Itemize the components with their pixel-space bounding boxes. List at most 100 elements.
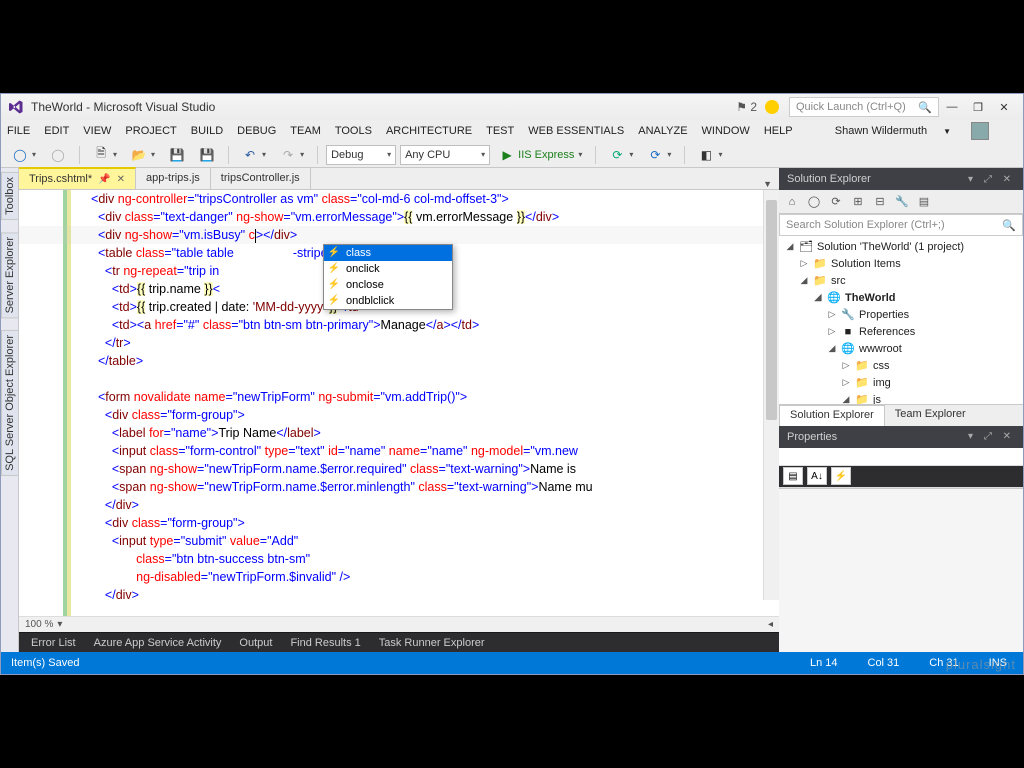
extension-button[interactable]: ◧▾	[693, 145, 727, 165]
tab-find[interactable]: Find Results 1	[282, 635, 368, 651]
menu-webessentials[interactable]: WEB ESSENTIALS	[528, 125, 624, 137]
expand-icon[interactable]: ◢	[799, 275, 809, 286]
properties-icon[interactable]: 🔧	[893, 193, 911, 211]
redo-button[interactable]: ↷▾	[275, 145, 309, 165]
tab-solution-explorer[interactable]: Solution Explorer	[779, 405, 885, 426]
chevron-down-icon[interactable]: ▾	[57, 619, 62, 630]
expand-icon[interactable]: ◢	[813, 292, 823, 303]
vertical-scrollbar[interactable]	[763, 190, 779, 600]
toolbox-tab[interactable]: Toolbox	[1, 172, 19, 220]
intellisense-item[interactable]: ⚡class	[324, 245, 452, 261]
tree-node[interactable]: ▷📁img	[779, 374, 1023, 391]
config-combo[interactable]: Debug▾	[326, 145, 396, 165]
doc-tab-active[interactable]: Trips.cshtml*📌✕	[19, 167, 136, 189]
nav-back-button[interactable]: ◯▾	[7, 145, 41, 165]
menu-edit[interactable]: EDIT	[44, 125, 69, 137]
intellisense-item[interactable]: ⚡onclose	[324, 277, 452, 293]
tree-node[interactable]: ◢🌐wwwroot	[779, 340, 1023, 357]
scrollbar-thumb[interactable]	[766, 200, 777, 420]
menu-team[interactable]: TEAM	[290, 125, 321, 137]
vs-window: TheWorld - Microsoft Visual Studio ⚑ 2 Q…	[0, 93, 1024, 675]
show-all-icon[interactable]: ⊞	[849, 193, 867, 211]
pin-icon[interactable]: 📌	[98, 174, 110, 185]
chevron-down-icon[interactable]: ▼	[763, 179, 772, 189]
solution-root[interactable]: ◢🗂Solution 'TheWorld' (1 project)	[779, 238, 1023, 255]
expand-icon[interactable]: ▷	[841, 360, 851, 371]
menu-project[interactable]: PROJECT	[125, 125, 176, 137]
tab-team-explorer[interactable]: Team Explorer	[885, 405, 976, 426]
menu-tools[interactable]: TOOLS	[335, 125, 372, 137]
doc-tab[interactable]: tripsController.js	[211, 167, 311, 189]
categorized-icon[interactable]: ▤	[783, 467, 803, 485]
events-icon[interactable]: ⚡	[831, 467, 851, 485]
panel-buttons[interactable]: ▾ ⤢ ✕	[968, 431, 1015, 442]
new-project-button[interactable]: 🗎▾	[88, 145, 122, 165]
sql-object-explorer-tab[interactable]: SQL Server Object Explorer	[1, 330, 19, 476]
menu-debug[interactable]: DEBUG	[237, 125, 276, 137]
menu-test[interactable]: TEST	[486, 125, 514, 137]
expand-icon[interactable]: ◢	[827, 343, 837, 354]
restore-button[interactable]: ❐	[965, 97, 991, 117]
quick-launch-input[interactable]: Quick Launch (Ctrl+Q)🔍	[789, 97, 939, 117]
solution-tree[interactable]: ◢🗂Solution 'TheWorld' (1 project) ▷📁Solu…	[779, 236, 1023, 404]
open-button[interactable]: 📂▾	[126, 145, 160, 165]
menu-view[interactable]: VIEW	[83, 125, 111, 137]
tree-node[interactable]: ▷■References	[779, 323, 1023, 340]
expand-icon[interactable]: ▷	[799, 258, 809, 269]
menu-build[interactable]: BUILD	[191, 125, 223, 137]
close-button[interactable]: ✕	[991, 97, 1017, 117]
close-tab-icon[interactable]: ✕	[117, 174, 125, 185]
doc-tab[interactable]: app-trips.js	[136, 167, 211, 189]
menu-architecture[interactable]: ARCHITECTURE	[386, 125, 472, 137]
tree-node[interactable]: ◢🌐TheWorld	[779, 289, 1023, 306]
expand-icon[interactable]: ▷	[841, 377, 851, 388]
save-button[interactable]: 💾	[164, 145, 190, 165]
feedback-smiley-icon[interactable]	[765, 100, 779, 114]
notification-flag-icon[interactable]: ⚑ 2	[736, 100, 757, 114]
properties-combo[interactable]	[779, 448, 1023, 466]
tree-node[interactable]: ▷📁css	[779, 357, 1023, 374]
tree-node[interactable]: ▷🔧Properties	[779, 306, 1023, 323]
tab-error-list[interactable]: Error List	[23, 635, 84, 651]
code-editor[interactable]: <div ng-controller="tripsController as v…	[19, 190, 779, 616]
expand-icon[interactable]: ▷	[827, 326, 837, 337]
tab-task-runner[interactable]: Task Runner Explorer	[371, 635, 493, 651]
menu-help[interactable]: HELP	[764, 125, 793, 137]
tree-node[interactable]: ◢📁js	[779, 391, 1023, 404]
tree-node[interactable]: ▷📁Solution Items	[779, 255, 1023, 272]
alphabetical-icon[interactable]: A↓	[807, 467, 827, 485]
user-area[interactable]: Shawn Wildermuth ▼	[835, 122, 1003, 140]
collapse-icon[interactable]: ⊟	[871, 193, 889, 211]
intellisense-popup[interactable]: ⚡class ⚡onclick ⚡onclose ⚡ondblclick	[323, 244, 453, 310]
menu-analyze[interactable]: ANALYZE	[638, 125, 687, 137]
properties-grid[interactable]	[779, 488, 1023, 653]
sync-icon[interactable]: ⟳	[827, 193, 845, 211]
intellisense-item[interactable]: ⚡onclick	[324, 261, 452, 277]
server-explorer-tab[interactable]: Server Explorer	[1, 232, 19, 318]
run-button[interactable]: ▶ IIS Express▾	[494, 145, 587, 165]
nav-fwd-button[interactable]: ◯	[45, 145, 71, 165]
panel-buttons[interactable]: ▾ ⤢ ✕	[968, 174, 1015, 185]
zoom-level[interactable]: 100 %	[25, 619, 53, 630]
preview-icon[interactable]: ▤	[915, 193, 933, 211]
menu-file[interactable]: FILE	[7, 125, 30, 137]
menu-window[interactable]: WINDOW	[702, 125, 750, 137]
tree-node[interactable]: ◢📁src	[779, 272, 1023, 289]
separator	[317, 146, 318, 164]
intellisense-item[interactable]: ⚡ondblclick	[324, 293, 452, 309]
platform-combo[interactable]: Any CPU▾	[400, 145, 490, 165]
refresh-button[interactable]: ⟳▾	[642, 145, 676, 165]
solution-search-input[interactable]: Search Solution Explorer (Ctrl+;) 🔍	[779, 214, 1023, 236]
expand-icon[interactable]: ▷	[827, 309, 837, 320]
undo-button[interactable]: ↶▾	[237, 145, 271, 165]
browser-link-button[interactable]: ⟳▾	[604, 145, 638, 165]
save-all-button[interactable]: 💾	[194, 145, 220, 165]
tab-output[interactable]: Output	[231, 635, 280, 651]
tab-azure[interactable]: Azure App Service Activity	[86, 635, 230, 651]
minimize-button[interactable]: —	[939, 97, 965, 117]
expand-icon[interactable]: ◢	[841, 394, 851, 404]
avatar[interactable]	[971, 122, 989, 140]
home-icon[interactable]: ⌂	[783, 193, 801, 211]
back-icon[interactable]: ◯	[805, 193, 823, 211]
h-scroll-left-icon[interactable]: ◂	[768, 619, 773, 630]
